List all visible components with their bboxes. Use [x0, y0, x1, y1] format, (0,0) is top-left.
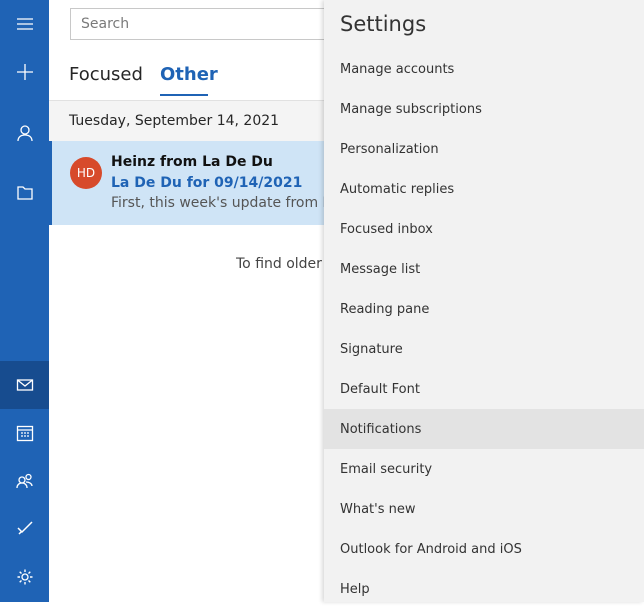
- settings-item-signature[interactable]: Signature: [324, 329, 644, 369]
- message-preview: First, this week's update from La: [111, 195, 331, 211]
- people-icon: [15, 473, 33, 489]
- settings-item-help[interactable]: Help: [324, 569, 644, 609]
- message-sender: Heinz from La De Du: [111, 154, 273, 170]
- accounts-icon: [16, 125, 33, 142]
- tab-other[interactable]: Other: [160, 64, 218, 85]
- settings-item-outlook-mobile[interactable]: Outlook for Android and iOS: [324, 529, 644, 569]
- message-subject: La De Du for 09/14/2021: [111, 175, 303, 191]
- settings-item-default-font[interactable]: Default Font: [324, 369, 644, 409]
- message-list-item[interactable]: HD Heinz from La De Du La De Du for 09/1…: [49, 141, 349, 225]
- settings-title: Settings: [340, 12, 427, 36]
- hamburger-menu-icon: [16, 18, 33, 30]
- todo-icon: [16, 521, 33, 535]
- date-header-text: Tuesday, September 14, 2021: [69, 113, 280, 129]
- settings-item-email-security[interactable]: Email security: [324, 449, 644, 489]
- tab-focused[interactable]: Focused: [69, 64, 143, 85]
- mail-button[interactable]: [0, 361, 49, 409]
- message-list-pane: Focused Other Tuesday, September 14, 202…: [49, 0, 370, 602]
- new-mail-icon: [16, 64, 33, 80]
- folders-button[interactable]: [0, 169, 49, 217]
- settings-item-focused-inbox[interactable]: Focused inbox: [324, 209, 644, 249]
- settings-icon: [17, 569, 32, 585]
- hamburger-menu-button[interactable]: [0, 0, 49, 48]
- settings-item-manage-subscriptions[interactable]: Manage subscriptions: [324, 89, 644, 129]
- settings-item-notifications[interactable]: Notifications: [324, 409, 644, 449]
- avatar: HD: [70, 157, 102, 189]
- settings-item-reading-pane[interactable]: Reading pane: [324, 289, 644, 329]
- date-group-header: Tuesday, September 14, 2021: [49, 100, 349, 141]
- active-tab-indicator: [160, 94, 208, 96]
- settings-pane: Settings Manage accounts Manage subscrip…: [324, 0, 644, 602]
- calendar-button[interactable]: [0, 409, 49, 457]
- settings-button[interactable]: [0, 553, 49, 601]
- settings-item-message-list[interactable]: Message list: [324, 249, 644, 289]
- calendar-icon: [16, 425, 33, 442]
- folders-icon: [16, 186, 33, 200]
- todo-button[interactable]: [0, 504, 49, 552]
- settings-item-manage-accounts[interactable]: Manage accounts: [324, 49, 644, 89]
- accounts-button[interactable]: [0, 109, 49, 157]
- find-older-messages-text: To find older r: [236, 256, 331, 272]
- people-button[interactable]: [0, 457, 49, 505]
- mail-icon: [16, 379, 33, 391]
- new-mail-button[interactable]: [0, 48, 49, 96]
- navigation-rail: [0, 0, 49, 602]
- settings-item-whats-new[interactable]: What's new: [324, 489, 644, 529]
- settings-item-automatic-replies[interactable]: Automatic replies: [324, 169, 644, 209]
- settings-item-personalization[interactable]: Personalization: [324, 129, 644, 169]
